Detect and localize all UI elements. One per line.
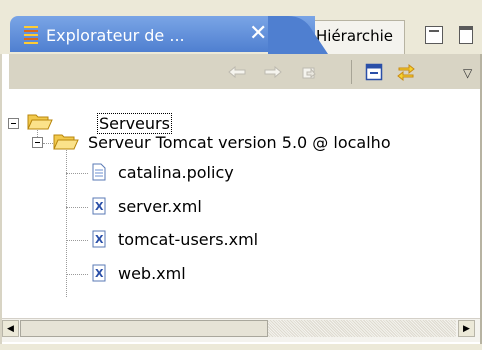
server-tree: Serveurs Serveur Tomcat version 5.0 @ lo… [0,89,482,309]
folder-open-icon[interactable] [26,111,54,133]
view-frame-left [0,54,2,346]
tree-node-web-xml[interactable]: web.xml [118,264,186,283]
link-with-editor-icon [397,63,415,82]
arrow-right-icon [264,65,282,79]
tree-node-tomcat-server[interactable]: Serveur Tomcat version 5.0 @ localho [88,133,391,152]
arrow-left-icon [228,65,246,79]
minimize-view-button[interactable] [425,26,443,44]
scroll-left-button[interactable]: ◀ [2,320,19,337]
scrollbar-track[interactable] [268,320,456,337]
scroll-left-icon: ◀ [7,323,14,334]
collapse-all-icon [365,63,383,81]
xml-file-icon[interactable]: X [92,197,106,215]
folder-open-icon[interactable] [52,131,80,153]
xml-file-icon[interactable]: X [92,264,106,282]
maximize-view-button[interactable] [459,26,473,44]
tree-node-server-xml[interactable]: server.xml [118,197,202,216]
tree-connector [66,274,88,275]
xml-file-icon[interactable]: X [92,230,106,248]
tree-connector [66,207,88,208]
svg-text:X: X [95,233,104,246]
view-menu-icon[interactable]: ▽ [463,66,472,80]
home-button[interactable] [299,60,321,84]
tree-connector [66,173,88,174]
svg-text:X: X [95,200,104,213]
tab-server-explorer-label: Explorateur de ... [46,26,185,45]
file-icon[interactable] [92,163,106,181]
svg-text:X: X [95,267,104,280]
tree-connector [66,240,88,241]
tree-node-catalina-policy[interactable]: catalina.policy [118,163,234,182]
scrollbar-thumb[interactable] [20,320,268,337]
tab-active-slope [268,16,328,54]
collapse-all-button[interactable] [363,60,385,84]
scroll-right-icon: ▶ [463,323,470,334]
collapse-toggle-tomcat[interactable] [32,137,43,148]
forward-button[interactable] [262,60,284,84]
toolbar-separator [351,60,352,84]
scroll-right-button[interactable]: ▶ [458,320,475,337]
view-frame-bottom [0,344,482,350]
close-tab-icon[interactable]: ✕ [249,23,267,45]
collapse-toggle-servers[interactable] [8,118,19,129]
home-icon [302,67,316,79]
link-with-editor-button[interactable] [394,60,418,84]
back-button[interactable] [226,60,248,84]
tree-node-servers[interactable]: Serveurs [97,113,172,134]
server-explorer-view-icon [24,26,38,44]
tree-node-tomcat-users-xml[interactable]: tomcat-users.xml [118,230,258,249]
